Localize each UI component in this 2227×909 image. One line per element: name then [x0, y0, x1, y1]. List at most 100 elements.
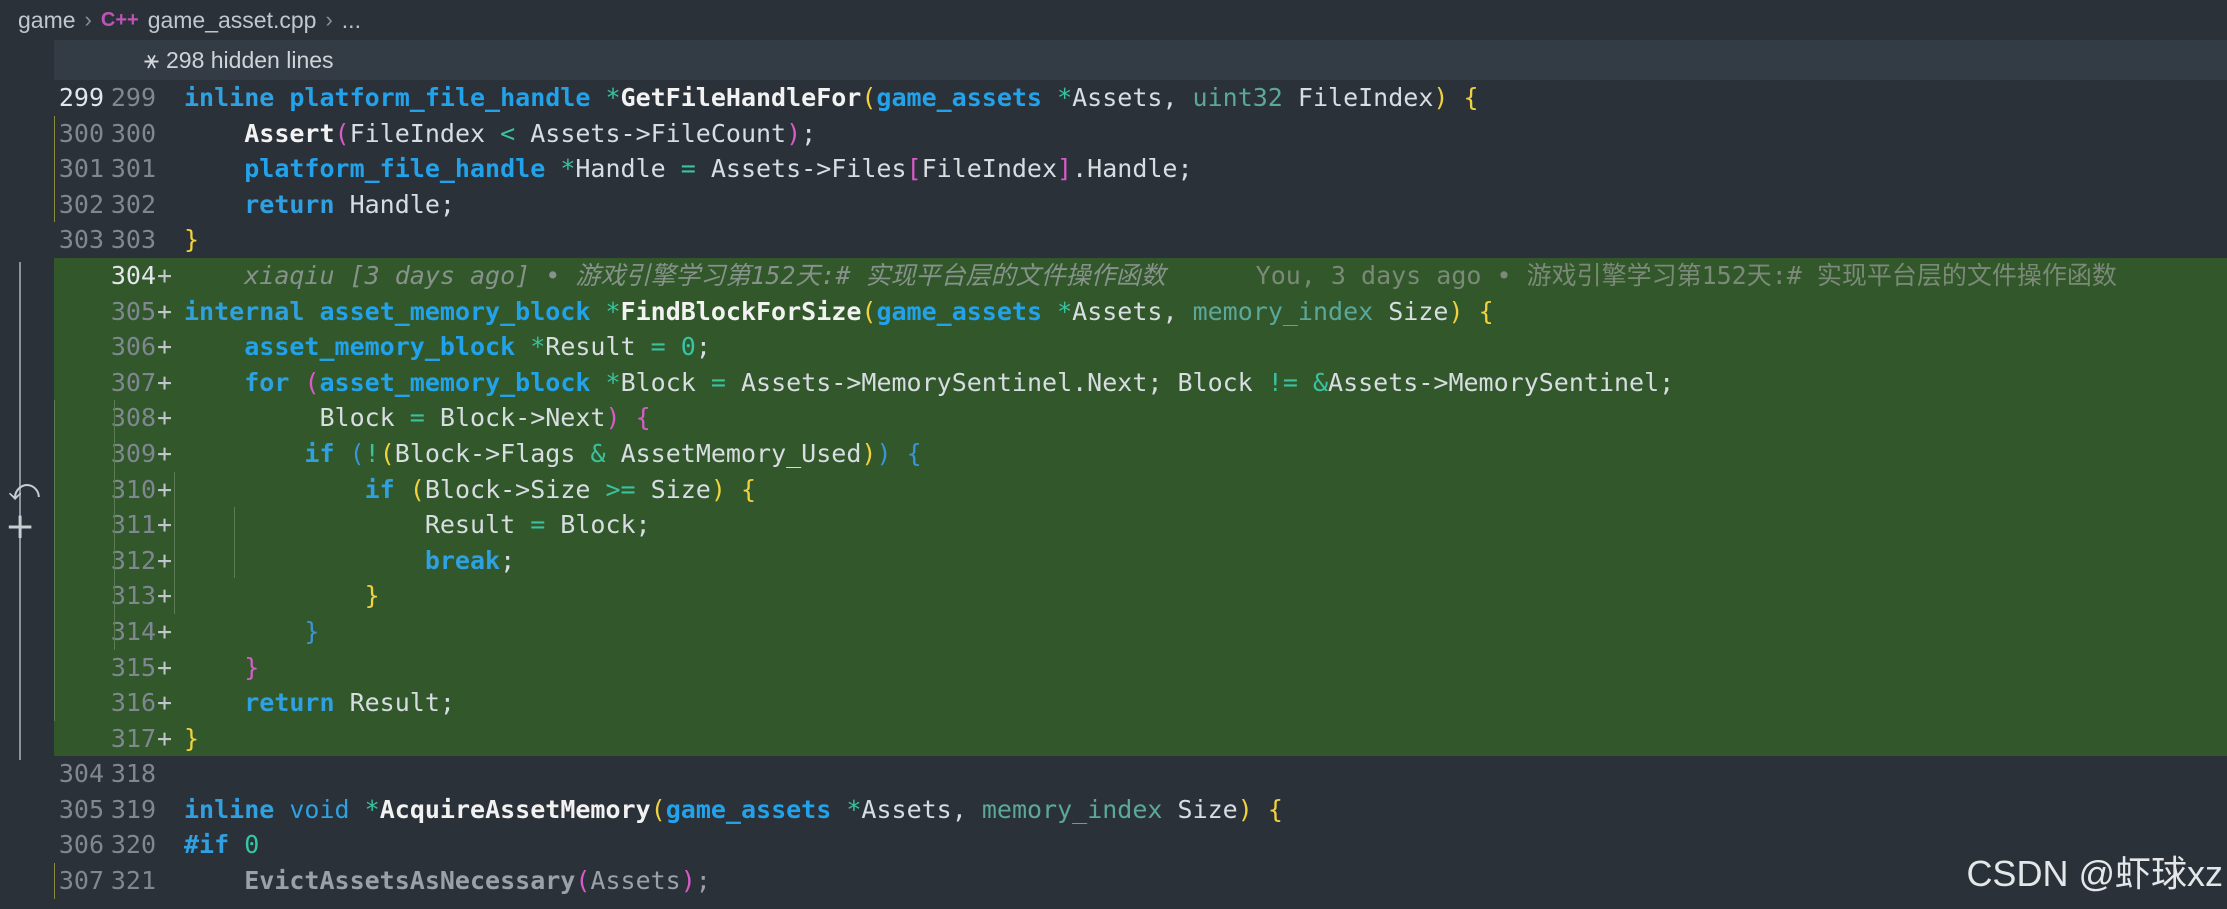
- diff-marker: [156, 187, 184, 223]
- old-line-number: [54, 436, 104, 472]
- old-line-number: [54, 578, 104, 614]
- code-line[interactable]: 301 301 platform_file_handle *Handle = A…: [54, 151, 2227, 187]
- new-line-number: 318: [110, 759, 156, 789]
- code-line-added[interactable]: 312 + break;: [54, 542, 2227, 579]
- new-line-number: 317: [110, 723, 156, 753]
- code-text: }: [184, 723, 200, 753]
- old-line-number: [54, 329, 104, 365]
- code-line-added[interactable]: 315 + }: [54, 649, 2227, 686]
- new-line-number: 315: [110, 652, 156, 682]
- new-line-number: 308: [110, 403, 156, 433]
- code-line[interactable]: 305 319 inline void *AcquireAssetMemory(…: [54, 792, 2227, 828]
- code-text: platform_file_handle *Handle = Assets->F…: [54, 151, 2227, 187]
- hidden-lines-bar[interactable]: ⚹ 298 hidden lines: [54, 40, 2227, 80]
- diff-marker: [156, 827, 184, 863]
- code-line-added[interactable]: 306 + asset_memory_block *Result = 0;: [54, 329, 2227, 365]
- revert-icon[interactable]: ⤺: [8, 476, 40, 506]
- code-text: internal asset_memory_block *FindBlockFo…: [184, 296, 1494, 326]
- breadcrumb-root[interactable]: game: [18, 7, 76, 34]
- code-text: for (asset_memory_block *Block = Assets-…: [244, 367, 1675, 397]
- code-text: return Handle;: [54, 186, 2227, 223]
- add-comment-icon[interactable]: +: [5, 509, 35, 545]
- code-text: inline platform_file_handle *GetFileHand…: [184, 83, 1479, 112]
- new-line-number: 299: [110, 83, 156, 112]
- diff-marker: +: [157, 332, 173, 362]
- unfold-icon[interactable]: ⚹: [54, 45, 159, 75]
- new-line-number: 301: [110, 154, 156, 184]
- diff-marker: +: [157, 296, 173, 326]
- blame-annotation: xiaqiu [3 days ago] • 游戏引擎学习第152天:# 实现平台…: [244, 260, 1166, 290]
- old-line-number: [54, 400, 104, 436]
- breadcrumb-file[interactable]: game_asset.cpp: [148, 7, 317, 34]
- code-line[interactable]: 300 300 Assert(FileIndex < Assets->FileC…: [54, 115, 2227, 152]
- code-line-added[interactable]: 317 + }: [54, 720, 2227, 757]
- code-line[interactable]: 302 302 return Handle;: [54, 186, 2227, 223]
- diff-marker: +: [157, 367, 173, 397]
- code-text: asset_memory_block *Result = 0;: [244, 332, 711, 362]
- code-line[interactable]: 299 299 inline platform_file_handle *Get…: [54, 80, 2227, 116]
- new-line-number: 314: [110, 616, 156, 646]
- new-line-number: 312: [110, 545, 156, 575]
- diff-editor[interactable]: 299 299 inline platform_file_handle *Get…: [54, 80, 2227, 909]
- code-line-added[interactable]: 314 + }: [54, 613, 2227, 650]
- new-line-number: 305: [110, 296, 156, 326]
- breadcrumb-more[interactable]: ...: [342, 7, 361, 34]
- code-line-added[interactable]: 316 + return Result;: [54, 685, 2227, 721]
- code-text: }: [184, 225, 200, 255]
- inline-blame: You, 3 days ago • 游戏引擎学习第152天:# 实现平台层的文件…: [1255, 260, 2117, 290]
- code-line[interactable]: 303 303 }: [54, 222, 2227, 258]
- code-line-added[interactable]: 309 + if (!(Block->Flags & AssetMemory_U…: [54, 435, 2227, 472]
- code-line-added[interactable]: 313 + }: [54, 578, 2227, 614]
- diff-marker: [156, 222, 184, 258]
- old-line-number: [54, 294, 104, 330]
- diff-marker: [156, 792, 184, 828]
- indent-guide: [234, 507, 235, 543]
- hidden-lines-label: 298 hidden lines: [166, 46, 334, 73]
- code-text: Block = Block->Next) {: [54, 400, 2227, 436]
- breadcrumb: game › C++ game_asset.cpp › ...: [0, 0, 2227, 40]
- new-line-number: 302: [110, 189, 156, 219]
- code-text: xiaqiu [3 days ago] • 游戏引擎学习第152天:# 实现平台…: [184, 258, 2227, 294]
- code-text: inline void *AcquireAssetMemory(game_ass…: [184, 794, 1283, 824]
- code-line-added[interactable]: 307 + for (asset_memory_block *Block = A…: [54, 364, 2227, 401]
- code-line-added[interactable]: 308 + Block = Block->Next) {: [54, 400, 2227, 436]
- indent-guide: [234, 542, 235, 579]
- new-line-number: 316: [110, 688, 156, 718]
- new-line-number: 303: [110, 225, 156, 255]
- code-line-added[interactable]: 305 + internal asset_memory_block *FindB…: [54, 293, 2227, 330]
- code-line[interactable]: 304 318: [54, 756, 2227, 792]
- diff-marker: [156, 116, 184, 152]
- code-text: }: [54, 649, 2227, 686]
- diff-marker: +: [157, 545, 173, 575]
- old-line-number: [54, 614, 104, 650]
- old-line-number: 301: [58, 154, 104, 184]
- code-line-added[interactable]: 311 + Result = Block;: [54, 507, 2227, 543]
- diff-marker: +: [157, 260, 173, 290]
- old-line-number: [54, 543, 104, 579]
- code-line-added[interactable]: 310 + if (Block->Size >= Size) {: [54, 471, 2227, 508]
- code-line[interactable]: 306 320 #if 0: [54, 827, 2227, 863]
- code-text: if (Block->Size >= Size) {: [54, 471, 2227, 508]
- old-line-number: 306: [58, 830, 104, 860]
- diff-marker: +: [157, 438, 173, 468]
- old-line-number: 305: [58, 794, 104, 824]
- new-line-number: 304: [110, 260, 156, 290]
- diff-marker: +: [157, 616, 173, 646]
- old-line-number: [54, 650, 104, 686]
- new-line-number: 321: [110, 866, 156, 896]
- code-line-added[interactable]: 304 + xiaqiu [3 days ago] • 游戏引擎学习第152天:…: [54, 257, 2227, 294]
- new-line-number: 313: [110, 581, 156, 611]
- chevron-right-icon: ›: [84, 7, 92, 32]
- diff-marker: +: [157, 510, 173, 540]
- old-line-number: 300: [58, 118, 104, 148]
- diff-marker: +: [157, 403, 173, 433]
- new-line-number: 306: [110, 332, 156, 362]
- diff-marker: +: [157, 688, 173, 718]
- code-text: Result = Block;: [54, 507, 2227, 543]
- code-text: break;: [54, 542, 2227, 579]
- watermark: CSDN @虾球xz: [1966, 853, 2223, 894]
- new-line-number: 310: [110, 474, 156, 504]
- code-line[interactable]: 307 321 EvictAssetsAsNecessary(Assets);: [54, 863, 2227, 899]
- diff-marker: +: [157, 652, 173, 682]
